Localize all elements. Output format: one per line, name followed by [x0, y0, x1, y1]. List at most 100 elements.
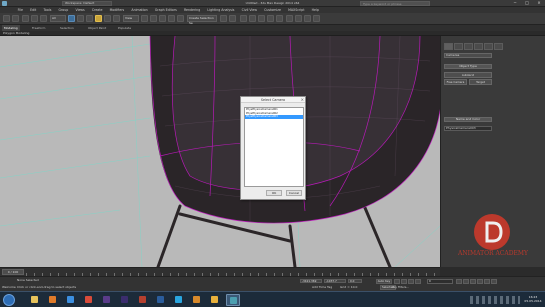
free-camera-button[interactable]: Free Camera [444, 79, 467, 85]
render-production-icon[interactable] [304, 15, 311, 22]
chrome-icon [85, 296, 92, 303]
angle-snap-icon[interactable] [159, 15, 166, 22]
add-time-tag[interactable]: Add Time Tag [312, 285, 332, 289]
workspace-selector[interactable]: Workspace: Default [62, 1, 112, 6]
start-button-icon[interactable] [3, 294, 15, 306]
spinner-snap-icon[interactable] [177, 15, 184, 22]
target-camera-button[interactable]: Target [469, 79, 492, 85]
maxscript-listener[interactable]: Welcome to M [2, 285, 16, 289]
object-name-field[interactable]: PhysicalCamera003 [444, 126, 492, 131]
schematic-view-icon[interactable] [267, 15, 274, 22]
mirror-icon[interactable] [220, 15, 227, 22]
curve-editor-icon[interactable] [258, 15, 265, 22]
move-icon[interactable] [95, 15, 102, 22]
modify-tab-icon[interactable] [454, 43, 463, 50]
skype-icon [175, 296, 182, 303]
animator-academy-logo [474, 214, 510, 250]
bind-icon[interactable] [40, 15, 47, 22]
taskbar-explorer[interactable] [28, 294, 42, 306]
render-setup-icon[interactable] [286, 15, 293, 22]
taskbar-skype[interactable] [172, 294, 186, 306]
unlink-icon[interactable] [31, 15, 38, 22]
timeline[interactable]: 0 / 100 [0, 267, 440, 276]
search-input[interactable]: Type a keyword or phrase [360, 1, 430, 6]
prev-frame-icon[interactable] [401, 279, 407, 284]
browser-icon [67, 296, 74, 303]
material-editor-icon[interactable] [276, 15, 283, 22]
named-selection-set[interactable]: Create Selection Se [187, 15, 217, 25]
motion-tab-icon[interactable] [474, 43, 483, 50]
z-coordinate-field[interactable]: 0.0 [348, 279, 362, 283]
view-dropdown[interactable]: View [123, 15, 139, 22]
align-icon[interactable] [229, 15, 236, 22]
object-type-rollout[interactable]: Object Type [444, 64, 492, 69]
minimize-icon[interactable]: − [509, 0, 521, 7]
selection-status: None Selected [17, 278, 39, 282]
x-coordinate-field[interactable]: -3421.369 [300, 279, 322, 283]
taskbar-browser[interactable] [64, 294, 78, 306]
dialog-close-icon[interactable]: × [301, 97, 304, 103]
y-coordinate-field[interactable]: -1037.7 [324, 279, 346, 283]
taskbar-after-effects[interactable] [100, 294, 114, 306]
key-filters-button[interactable]: Key Filters... [392, 285, 422, 289]
3ds-max-icon [230, 297, 237, 304]
taskbar-media[interactable] [190, 294, 204, 306]
category-dropdown[interactable]: Cameras [444, 53, 492, 58]
close-icon[interactable]: × [533, 0, 545, 7]
selection-filter-dropdown[interactable]: All [50, 15, 66, 22]
after-effects-icon [103, 296, 110, 303]
graphite-toggle-icon[interactable] [249, 15, 256, 22]
taskbar-player[interactable] [46, 294, 60, 306]
hierarchy-tab-icon[interactable] [464, 43, 473, 50]
auto-key-button[interactable]: Auto Key [376, 279, 392, 284]
paint-icon [211, 296, 218, 303]
utilities-tab-icon[interactable] [494, 43, 503, 50]
select-by-name-icon[interactable] [77, 15, 84, 22]
logo-glyph-icon [485, 221, 503, 243]
ok-button[interactable]: OK [266, 190, 282, 196]
iray-icon[interactable] [313, 15, 320, 22]
select-object-icon[interactable] [68, 15, 75, 22]
rect-region-icon[interactable] [86, 15, 93, 22]
perspective-viewport[interactable]: Select Camera × PhysPhysicalCamera001 Ph… [0, 36, 440, 267]
redo-icon[interactable] [12, 15, 19, 22]
taskbar-app[interactable] [136, 294, 150, 306]
pivot-icon[interactable] [141, 15, 148, 22]
maximize-viewport-icon[interactable] [491, 279, 497, 284]
taskbar-chrome[interactable] [82, 294, 96, 306]
pan-icon[interactable] [477, 279, 483, 284]
clock-date: 05.05.2014 [524, 299, 542, 303]
camera-list-item-selected[interactable]: PhysPhysicalCamera003 [245, 115, 303, 119]
snap-icon[interactable] [150, 15, 157, 22]
app-icon[interactable] [2, 1, 7, 6]
orbit-icon[interactable] [484, 279, 490, 284]
create-tab-icon[interactable] [444, 43, 453, 50]
display-tab-icon[interactable] [484, 43, 493, 50]
undo-icon[interactable] [3, 15, 10, 22]
time-slider[interactable]: 0 / 100 [2, 269, 24, 275]
name-and-color-rollout[interactable]: Name and Color [444, 117, 492, 122]
goto-start-icon[interactable] [394, 279, 400, 284]
zoom-all-icon[interactable] [463, 279, 469, 284]
cancel-button[interactable]: Cancel [286, 190, 302, 196]
taskbar-3dsmax[interactable] [226, 294, 240, 306]
layer-manager-icon[interactable] [240, 15, 247, 22]
play-icon[interactable] [408, 279, 414, 284]
maximize-icon[interactable]: □ [521, 0, 533, 7]
zoom-icon[interactable] [456, 279, 462, 284]
zoom-extents-icon[interactable] [470, 279, 476, 284]
taskbar-premiere[interactable] [118, 294, 132, 306]
rotate-icon[interactable] [104, 15, 111, 22]
current-frame-field[interactable]: 0 [427, 279, 453, 284]
taskbar-clock[interactable]: 16:23 05.05.2014 [522, 295, 544, 303]
link-icon[interactable] [22, 15, 29, 22]
autogrid-checkbox[interactable]: AutoGrid [444, 72, 492, 78]
camera-list[interactable]: PhysPhysicalCamera001 PhysPhysicalCamera… [244, 107, 304, 187]
next-frame-icon[interactable] [415, 279, 421, 284]
taskbar-paint[interactable] [208, 294, 222, 306]
scale-icon[interactable] [113, 15, 120, 22]
system-tray-icons[interactable] [470, 296, 520, 304]
percent-snap-icon[interactable] [168, 15, 175, 22]
rendered-frame-icon[interactable] [295, 15, 302, 22]
taskbar-photoshop[interactable] [154, 294, 168, 306]
